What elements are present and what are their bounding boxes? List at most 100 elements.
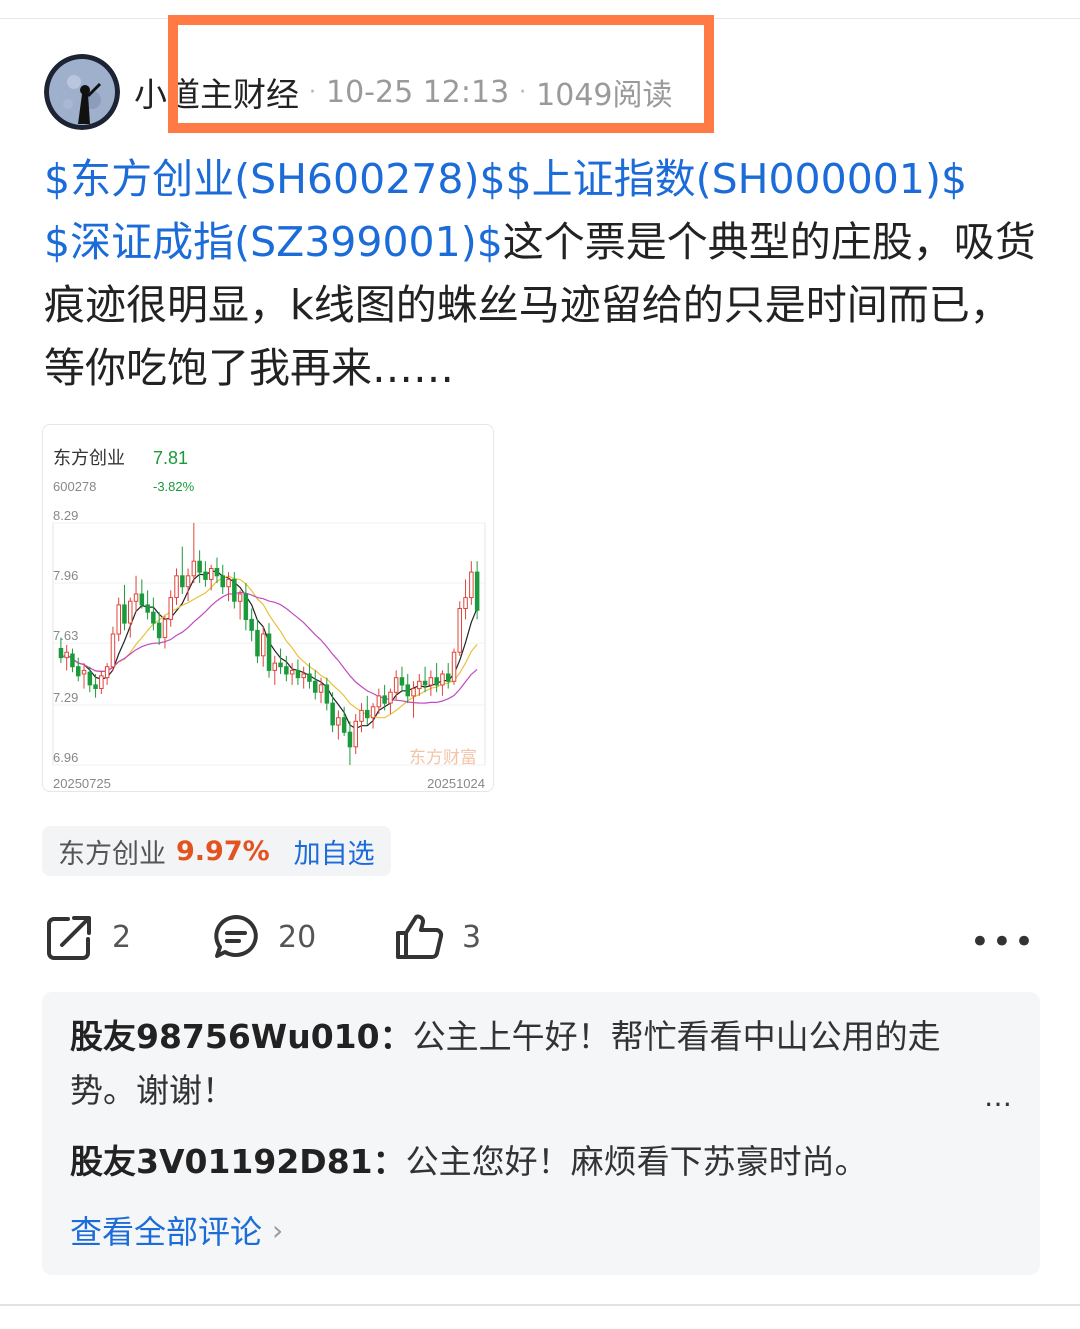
y-tick-label: 6.96 bbox=[53, 750, 78, 765]
candle-body bbox=[336, 717, 341, 726]
author-name[interactable]: 小道主财经 bbox=[134, 68, 299, 116]
candle-body bbox=[209, 568, 214, 580]
comment-count: 20 bbox=[278, 919, 317, 955]
comment-icon bbox=[214, 915, 258, 958]
comment-more-button[interactable]: … bbox=[984, 1080, 1012, 1113]
candle-body bbox=[81, 669, 87, 675]
stock-quote-pill[interactable]: 东方创业 9.97% 加自选 bbox=[42, 826, 391, 876]
candle-body bbox=[197, 560, 202, 573]
candle-body bbox=[295, 669, 301, 679]
candle-body bbox=[220, 575, 225, 588]
thumbs-up-icon bbox=[396, 914, 444, 959]
more-options-button[interactable]: ••• bbox=[970, 922, 1036, 962]
y-tick-label: 7.96 bbox=[53, 568, 78, 583]
candle-body bbox=[353, 720, 358, 748]
chart-stock-code: 600278 bbox=[53, 479, 96, 494]
candle-body bbox=[411, 688, 416, 697]
view-all-comments-link[interactable]: 查看全部评论 › bbox=[70, 1207, 283, 1253]
candle-body bbox=[76, 666, 81, 677]
candle-body bbox=[422, 680, 428, 686]
candle-body bbox=[174, 575, 179, 599]
candle-body bbox=[313, 680, 318, 693]
add-watchlist-button[interactable]: 加自选 bbox=[294, 832, 375, 871]
candle-body bbox=[104, 666, 110, 679]
candle-body bbox=[87, 671, 93, 686]
candle-body bbox=[133, 593, 139, 602]
chevron-right-icon: › bbox=[272, 1213, 284, 1247]
candle-body bbox=[428, 677, 434, 686]
candle-body bbox=[203, 571, 208, 580]
candle-body bbox=[185, 575, 191, 588]
candle-body bbox=[469, 571, 474, 599]
like-count: 3 bbox=[462, 919, 482, 955]
stock-tag-link[interactable]: $上证指数(SH000001)$ bbox=[506, 155, 968, 203]
candle-body bbox=[405, 684, 410, 697]
comment-button[interactable]: 20 bbox=[212, 906, 316, 968]
like-button[interactable]: 3 bbox=[394, 906, 481, 968]
candle-body bbox=[110, 633, 116, 668]
candle-body bbox=[162, 618, 168, 639]
share-button[interactable]: 2 bbox=[44, 906, 131, 968]
candle-body bbox=[451, 651, 457, 682]
candle-body bbox=[393, 677, 399, 693]
candle-body bbox=[417, 680, 422, 690]
y-tick-label: 7.29 bbox=[53, 690, 78, 705]
kline-chart: 东方创业 7.81 600278 -3.82% 东方财富 8.29 7.96 7.6… bbox=[52, 448, 486, 791]
candle-body bbox=[151, 611, 156, 624]
candle-body bbox=[272, 662, 277, 671]
chart-stock-name: 东方创业 bbox=[53, 448, 125, 468]
candle-body bbox=[370, 706, 376, 719]
post-content: $东方创业(SH600278)$$上证指数(SH000001)$ $深证成指(SZ… bbox=[44, 148, 1044, 400]
comment-item[interactable]: 股友3V01192D81：公主您好！麻烦看下苏豪时尚。 bbox=[70, 1135, 990, 1189]
stock-tag-link[interactable]: $东方创业(SH600278)$ bbox=[44, 155, 506, 203]
meta-separator: · bbox=[309, 79, 316, 105]
share-icon bbox=[47, 916, 91, 960]
candle-body bbox=[180, 575, 185, 588]
author-avatar[interactable] bbox=[44, 54, 120, 130]
candle-body bbox=[440, 673, 445, 686]
meta-separator: · bbox=[519, 79, 527, 105]
candle-body bbox=[156, 622, 162, 639]
candle-body bbox=[388, 691, 393, 704]
candle-body bbox=[145, 604, 150, 613]
candle-body bbox=[318, 684, 324, 693]
stock-tag-link[interactable]: $深证成指(SZ399001)$ bbox=[44, 218, 503, 266]
candle-body bbox=[399, 677, 405, 686]
candle-body bbox=[301, 673, 306, 679]
candle-body bbox=[365, 709, 370, 719]
candle-body bbox=[382, 695, 387, 704]
comment-user[interactable]: 股友3V01192D81： bbox=[70, 1142, 406, 1181]
stock-chart-card[interactable]: 东方创业 7.81 600278 -3.82% 东方财富 8.29 7.96 7.6… bbox=[42, 424, 494, 792]
action-bar: 2 20 3 ••• bbox=[44, 906, 1040, 968]
candle-body bbox=[278, 662, 283, 668]
pill-change: 9.97% bbox=[176, 835, 270, 867]
candle-body bbox=[324, 684, 330, 704]
candle-body bbox=[330, 702, 335, 726]
candle-body bbox=[168, 597, 173, 620]
candle-body bbox=[128, 600, 133, 624]
candle-body bbox=[64, 651, 69, 659]
candle-body bbox=[93, 684, 98, 689]
candle-body bbox=[261, 633, 266, 657]
comment-text: 公主您好！麻烦看下苏豪时尚。 bbox=[405, 1142, 868, 1181]
candle-body bbox=[226, 578, 231, 588]
x-tick-label: 20251024 bbox=[427, 776, 485, 791]
comment-item[interactable]: 股友98756Wu010：公主上午好！帮忙看看中山公用的走势。谢谢！ bbox=[70, 1010, 990, 1118]
candle-body bbox=[116, 604, 121, 635]
candle-body bbox=[457, 608, 462, 653]
top-divider bbox=[0, 18, 1080, 19]
x-tick-label: 20250725 bbox=[53, 776, 111, 791]
read-count: 1049阅读 bbox=[536, 78, 673, 113]
candle-body bbox=[214, 568, 220, 577]
y-tick-label: 8.29 bbox=[53, 508, 78, 523]
candle-body bbox=[307, 673, 312, 682]
candle-body bbox=[289, 669, 295, 675]
candle-body bbox=[359, 709, 364, 722]
candle-body bbox=[70, 653, 75, 668]
comments-preview: 股友98756Wu010：公主上午好！帮忙看看中山公用的走势。谢谢！ … 股友3… bbox=[42, 992, 1040, 1275]
chart-watermark: 东方财富 bbox=[409, 748, 477, 767]
candle-body bbox=[139, 593, 145, 606]
candle-body bbox=[237, 593, 243, 602]
candle-body bbox=[284, 666, 289, 675]
comment-user[interactable]: 股友98756Wu010： bbox=[70, 1017, 413, 1056]
